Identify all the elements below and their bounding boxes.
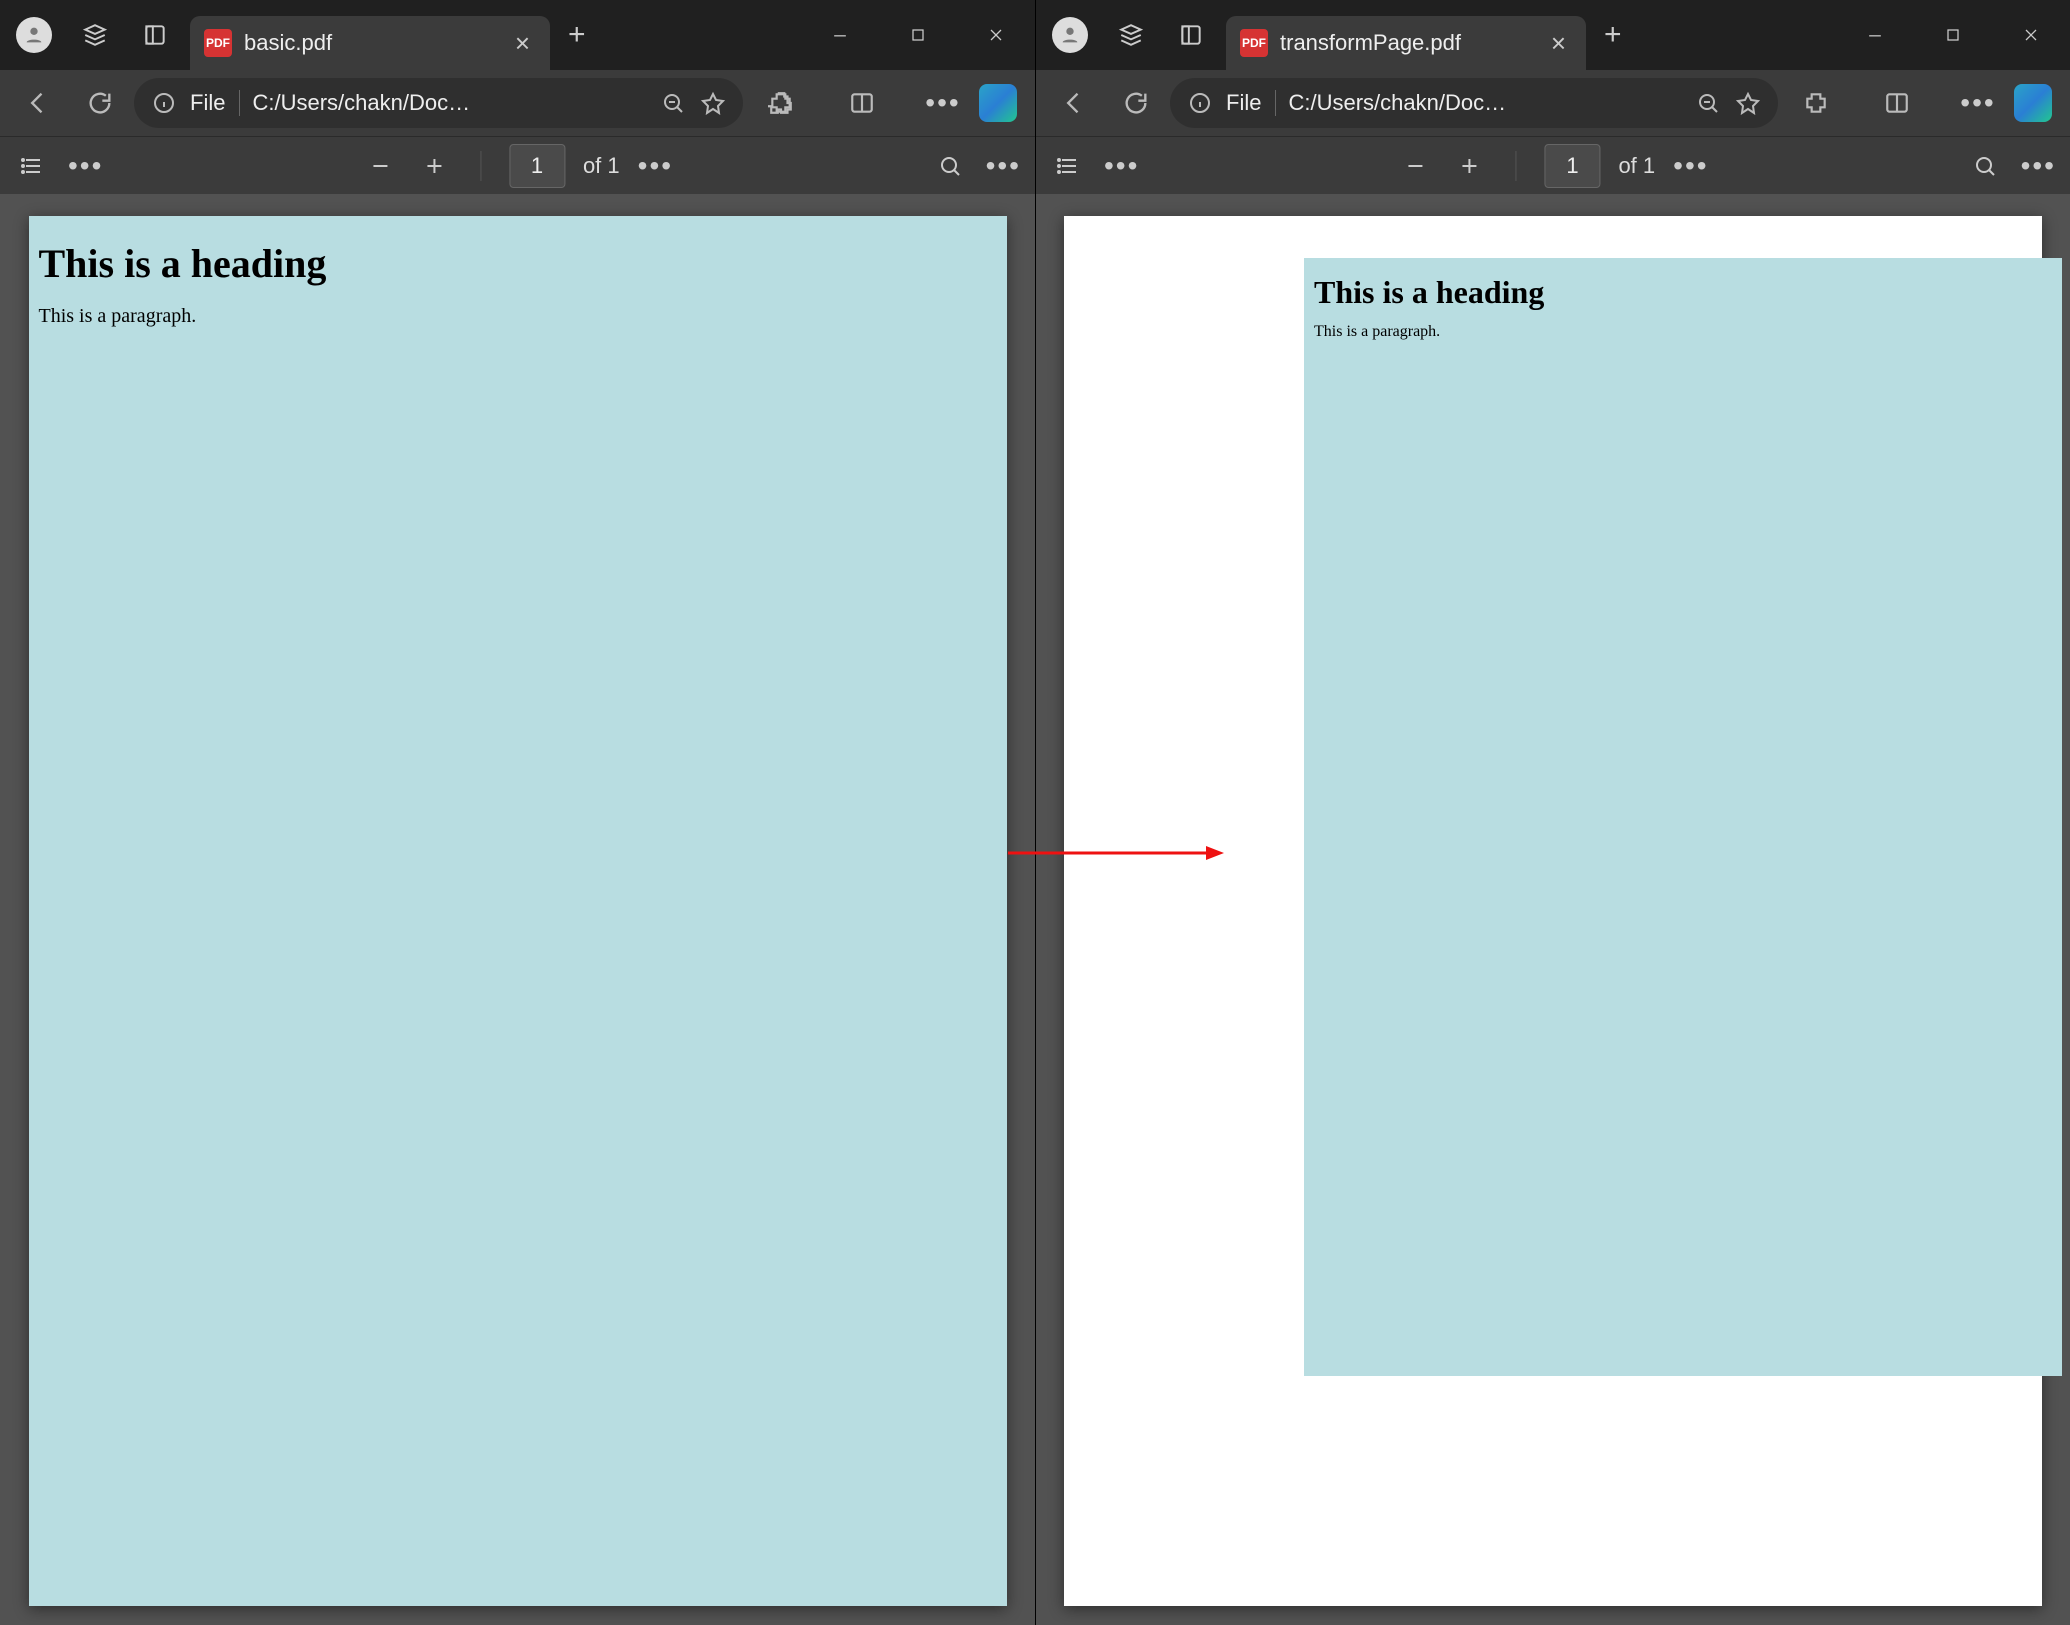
minimize-button[interactable] <box>1836 10 1914 60</box>
document-paragraph: This is a paragraph. <box>1314 323 2052 341</box>
pdf-viewer[interactable]: This is a heading This is a paragraph. <box>0 194 1035 1625</box>
contents-icon[interactable] <box>1050 148 1086 184</box>
profile-icon[interactable] <box>1052 17 1088 53</box>
url-path: C:/Users/chakn/Doc… <box>1288 90 1682 116</box>
zoom-out-button[interactable] <box>362 148 398 184</box>
titlebar: PDF basic.pdf × + <box>0 0 1035 70</box>
new-tab-button[interactable]: + <box>1604 18 1622 52</box>
pdf-more-center-icon[interactable]: ••• <box>1673 150 1708 182</box>
new-tab-button[interactable]: + <box>568 18 586 52</box>
copilot-icon[interactable] <box>979 84 1017 122</box>
split-screen-icon[interactable] <box>836 77 888 129</box>
pdf-more-right-icon[interactable]: ••• <box>2021 150 2056 182</box>
document-heading: This is a heading <box>1314 274 2052 311</box>
zoom-reset-icon[interactable] <box>659 89 687 117</box>
back-button[interactable] <box>1046 75 1102 131</box>
url-scheme: File <box>1226 90 1276 116</box>
pdf-more-right-icon[interactable]: ••• <box>986 150 1021 182</box>
favorite-icon[interactable] <box>1734 89 1762 117</box>
close-tab-button[interactable]: × <box>1545 28 1572 59</box>
titlebar: PDF transformPage.pdf × + <box>1036 0 2070 70</box>
url-box[interactable]: File C:/Users/chakn/Doc… <box>134 78 743 128</box>
tab-title: basic.pdf <box>244 30 509 56</box>
settings-more-icon[interactable]: ••• <box>917 77 969 129</box>
document-heading: This is a heading <box>39 240 997 287</box>
address-bar: File C:/Users/chakn/Doc… ••• <box>0 70 1035 136</box>
workspaces-icon[interactable] <box>70 10 120 60</box>
find-icon[interactable] <box>1967 148 2003 184</box>
site-info-icon[interactable] <box>150 89 178 117</box>
window-controls <box>801 10 1035 60</box>
workspaces-icon[interactable] <box>1106 10 1156 60</box>
minimize-button[interactable] <box>801 10 879 60</box>
browser-window-left: PDF basic.pdf × + File C:/Users/chakn/Do… <box>0 0 1035 1625</box>
toolbar-right: ••• <box>755 77 1025 129</box>
zoom-out-button[interactable] <box>1397 148 1433 184</box>
browser-tab[interactable]: PDF basic.pdf × <box>190 16 550 70</box>
pdf-more-left-icon[interactable]: ••• <box>68 150 103 182</box>
page-count-label: of 1 <box>583 153 620 179</box>
page-number-input[interactable] <box>1544 144 1600 188</box>
tab-actions-icon[interactable] <box>1166 10 1216 60</box>
browser-window-right: PDF transformPage.pdf × + File C:/Users/… <box>1035 0 2070 1625</box>
extensions-icon[interactable] <box>755 77 807 129</box>
pdf-toolbar: ••• of 1 ••• ••• <box>1036 136 2070 194</box>
close-window-button[interactable] <box>957 10 1035 60</box>
zoom-in-button[interactable] <box>416 148 452 184</box>
pdf-page: This is a heading This is a paragraph. <box>1064 216 2042 1606</box>
url-path: C:/Users/chakn/Doc… <box>252 90 647 116</box>
address-bar: File C:/Users/chakn/Doc… ••• <box>1036 70 2070 136</box>
pdf-toolbar: ••• of 1 ••• ••• <box>0 136 1035 194</box>
zoom-in-button[interactable] <box>1451 148 1487 184</box>
find-icon[interactable] <box>932 148 968 184</box>
transformed-content-region: This is a heading This is a paragraph. <box>1304 258 2062 1376</box>
close-tab-button[interactable]: × <box>509 28 536 59</box>
settings-more-icon[interactable]: ••• <box>1952 77 2004 129</box>
document-paragraph: This is a paragraph. <box>39 305 997 328</box>
pdf-more-center-icon[interactable]: ••• <box>638 150 673 182</box>
toolbar-right: ••• <box>1790 77 2060 129</box>
refresh-button[interactable] <box>1108 75 1164 131</box>
contents-icon[interactable] <box>14 148 50 184</box>
extensions-icon[interactable] <box>1790 77 1842 129</box>
tab-actions-icon[interactable] <box>130 10 180 60</box>
pdf-viewer[interactable]: This is a heading This is a paragraph. <box>1036 194 2070 1625</box>
pdf-page: This is a heading This is a paragraph. <box>29 216 1007 1606</box>
zoom-reset-icon[interactable] <box>1694 89 1722 117</box>
url-box[interactable]: File C:/Users/chakn/Doc… <box>1170 78 1778 128</box>
favorite-icon[interactable] <box>699 89 727 117</box>
browser-tab[interactable]: PDF transformPage.pdf × <box>1226 16 1586 70</box>
site-info-icon[interactable] <box>1186 89 1214 117</box>
close-window-button[interactable] <box>1992 10 2070 60</box>
back-button[interactable] <box>10 75 66 131</box>
maximize-button[interactable] <box>1914 10 1992 60</box>
pdf-file-icon: PDF <box>204 29 232 57</box>
page-number-input[interactable] <box>509 144 565 188</box>
split-screen-icon[interactable] <box>1871 77 1923 129</box>
url-scheme: File <box>190 90 240 116</box>
refresh-button[interactable] <box>72 75 128 131</box>
maximize-button[interactable] <box>879 10 957 60</box>
profile-icon[interactable] <box>16 17 52 53</box>
page-count-label: of 1 <box>1618 153 1655 179</box>
copilot-icon[interactable] <box>2014 84 2052 122</box>
pdf-file-icon: PDF <box>1240 29 1268 57</box>
pdf-more-left-icon[interactable]: ••• <box>1104 150 1139 182</box>
tab-title: transformPage.pdf <box>1280 30 1545 56</box>
window-controls <box>1836 10 2070 60</box>
